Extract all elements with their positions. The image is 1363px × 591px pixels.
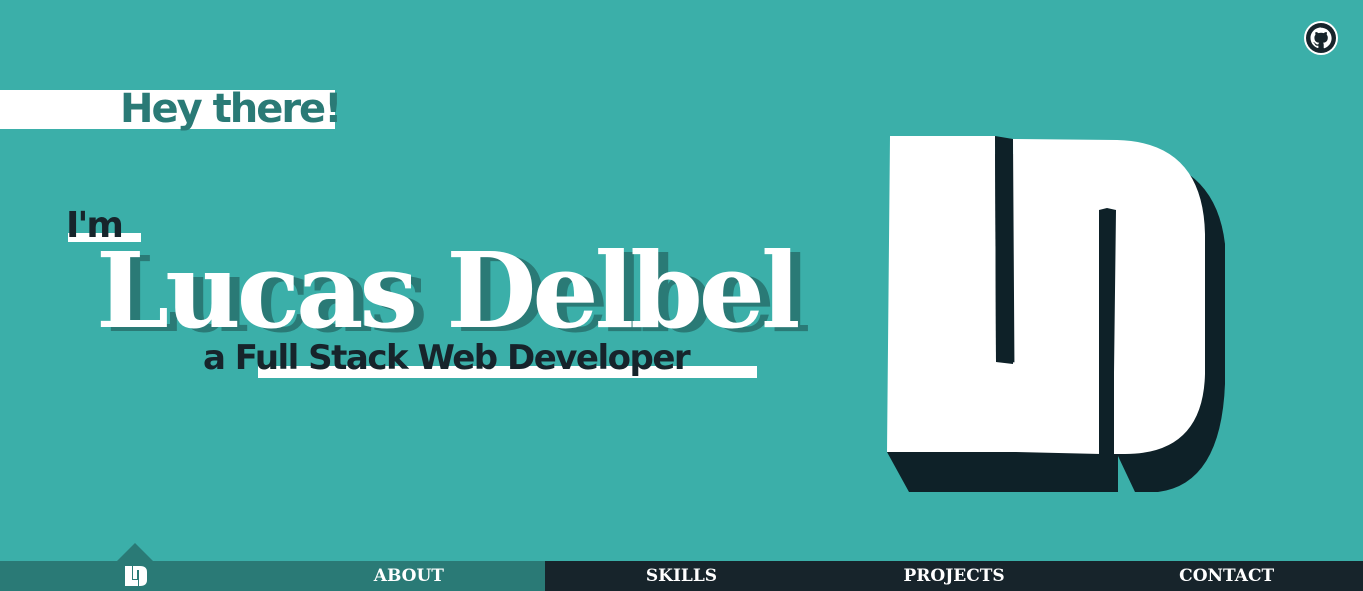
github-icon: [1306, 23, 1336, 53]
ld-monogram-logo: [887, 136, 1225, 492]
name-heading: Lucas Delbel: [96, 229, 800, 352]
active-nav-indicator: [117, 543, 153, 561]
nav-contact[interactable]: CONTACT: [1090, 561, 1363, 591]
nav-home[interactable]: [0, 561, 273, 591]
github-link[interactable]: [1304, 21, 1338, 55]
greeting-heading: Hey there!: [120, 86, 342, 132]
ld-monogram-icon: [125, 566, 148, 586]
bottom-navigation: ABOUT SKILLS PROJECTS CONTACT: [0, 561, 1363, 591]
nav-about[interactable]: ABOUT: [272, 561, 546, 591]
tagline-text: a Full Stack Web Developer: [203, 338, 691, 378]
nav-skills[interactable]: SKILLS: [545, 561, 818, 591]
nav-projects[interactable]: PROJECTS: [818, 561, 1091, 591]
